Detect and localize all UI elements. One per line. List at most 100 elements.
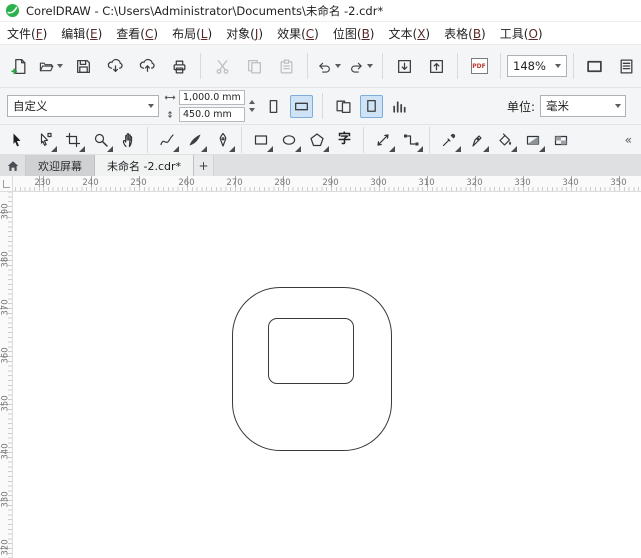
separator	[241, 126, 242, 153]
undo-button[interactable]	[314, 50, 344, 82]
redo-button[interactable]	[346, 50, 376, 82]
portrait-page-icon	[269, 99, 278, 113]
separator	[429, 126, 430, 153]
preset-dropdown-button[interactable]	[143, 104, 158, 108]
menu-item-object[interactable]: 对象J	[219, 23, 270, 44]
brush-stroke-icon	[189, 134, 200, 145]
polygon-icon	[309, 132, 324, 146]
units-combo[interactable]: 毫米	[540, 95, 626, 117]
page-size-spinner[interactable]	[247, 100, 257, 112]
paint-bucket-icon	[498, 132, 511, 146]
portrait-orientation-button[interactable]	[262, 95, 285, 118]
transparency-tool[interactable]	[547, 127, 574, 153]
pick-arrow-icon	[13, 133, 20, 146]
magnifier-icon	[94, 133, 108, 147]
ruler-origin-button[interactable]	[0, 176, 13, 192]
zoom-tool[interactable]	[87, 127, 114, 153]
ruler-label: 370	[0, 299, 11, 316]
units-value[interactable]: 毫米	[541, 98, 610, 114]
ruler-label: 340	[0, 443, 11, 460]
connector-tool[interactable]	[397, 127, 424, 153]
artistic-media-tool[interactable]	[181, 127, 208, 153]
save-to-cloud-button[interactable]	[132, 50, 162, 82]
open-folder-icon	[39, 62, 54, 71]
zoom-level-combo[interactable]: 148%	[507, 55, 567, 77]
parallel-dimension-tool[interactable]	[369, 127, 396, 153]
page-size-preset-combo[interactable]: 自定义	[7, 95, 159, 117]
menu-item-bitmaps[interactable]: 位图B	[326, 23, 382, 44]
cut-button	[207, 50, 237, 82]
spinner-up-icon[interactable]	[249, 100, 255, 104]
pen-tool[interactable]	[209, 127, 236, 153]
interactive-fill-tool[interactable]	[519, 127, 546, 153]
text-tool[interactable]: 字	[331, 127, 358, 153]
import-button[interactable]	[389, 50, 419, 82]
shape-tool[interactable]	[31, 127, 58, 153]
ruler-label: 380	[0, 251, 11, 268]
ellipse-tool[interactable]	[275, 127, 302, 153]
all-pages-button[interactable]	[332, 95, 355, 118]
menu-item-table[interactable]: 表格B	[437, 23, 493, 44]
tab-welcome-screen[interactable]: 欢迎屏幕	[26, 155, 95, 176]
zoom-level-value[interactable]: 148%	[508, 59, 551, 73]
paste-button	[271, 50, 301, 82]
pdf-icon: PDF	[470, 58, 488, 74]
menu-item-view[interactable]: 查看C	[109, 23, 165, 44]
property-bar: 自定义 1,000.0 mm 450.0 mm 单位: 毫米	[0, 88, 641, 125]
separator	[307, 53, 308, 79]
landscape-orientation-button[interactable]	[290, 94, 313, 118]
ruler-label: 310	[418, 177, 435, 188]
save-button[interactable]	[68, 50, 98, 82]
toolbox-overflow-button[interactable]: «	[619, 133, 638, 147]
menu-item-tools[interactable]: 工具O	[493, 23, 550, 44]
full-screen-preview-button[interactable]	[580, 50, 610, 82]
vertical-ruler[interactable]: 390 380 370 360 350 340 330 320	[0, 192, 13, 558]
freehand-tool[interactable]	[153, 127, 180, 153]
crop-tool[interactable]	[59, 127, 86, 153]
inner-rounded-rectangle-shape[interactable]	[268, 318, 354, 384]
open-from-cloud-button[interactable]	[100, 50, 130, 82]
units-dropdown-button[interactable]	[610, 104, 625, 108]
eyedropper-tool[interactable]	[435, 127, 462, 153]
fill-tool[interactable]	[491, 127, 518, 153]
new-tab-button[interactable]: +	[194, 155, 215, 176]
page-size-preset-value[interactable]: 自定义	[8, 98, 143, 114]
export-button[interactable]	[421, 50, 451, 82]
ruler-label: 320	[466, 177, 483, 188]
horizontal-ruler[interactable]: 230 240 250 260 270 280 290 300 310 320 …	[13, 176, 641, 192]
menu-item-edit[interactable]: 编辑E	[54, 23, 109, 44]
redo-dropdown-caret-icon[interactable]	[367, 64, 373, 68]
menu-item-layout[interactable]: 布局L	[165, 23, 219, 44]
polygon-tool[interactable]	[303, 127, 330, 153]
show-rulers-button[interactable]	[612, 50, 641, 82]
home-button[interactable]	[0, 155, 26, 176]
spinner-down-icon[interactable]	[249, 108, 255, 112]
page-sorter-button[interactable]	[388, 95, 411, 118]
rectangle-tool[interactable]	[247, 127, 274, 153]
ruler-label: 270	[226, 177, 243, 188]
tab-document[interactable]: 未命名 -2.cdr*	[95, 155, 195, 176]
zoom-dropdown-button[interactable]	[551, 64, 566, 68]
new-document-button[interactable]	[4, 50, 34, 82]
drawing-canvas[interactable]	[13, 192, 641, 558]
separator	[572, 53, 574, 79]
pick-tool[interactable]	[3, 127, 30, 153]
print-button[interactable]	[164, 50, 194, 82]
page-height-input[interactable]: 450.0 mm	[179, 107, 245, 122]
menu-item-text[interactable]: 文本X	[381, 23, 437, 44]
current-page-button[interactable]	[360, 94, 383, 118]
open-dropdown-caret-icon[interactable]	[57, 64, 63, 68]
undo-dropdown-caret-icon[interactable]	[335, 64, 341, 68]
eyedropper-icon	[442, 133, 455, 146]
menu-item-effects[interactable]: 效果C	[270, 23, 326, 44]
publish-to-pdf-button[interactable]: PDF	[464, 50, 494, 82]
menu-item-file[interactable]: 文件F	[0, 23, 54, 44]
open-document-button[interactable]	[36, 50, 66, 82]
ruler-label: 350	[0, 395, 11, 412]
page-width-input[interactable]: 1,000.0 mm	[179, 90, 245, 105]
shape-edit-icon	[40, 132, 52, 146]
pan-tool[interactable]	[115, 127, 142, 153]
page-sorter-bars-icon	[393, 100, 406, 113]
ruler-label: 250	[130, 177, 147, 188]
outline-pen-tool[interactable]	[463, 127, 490, 153]
